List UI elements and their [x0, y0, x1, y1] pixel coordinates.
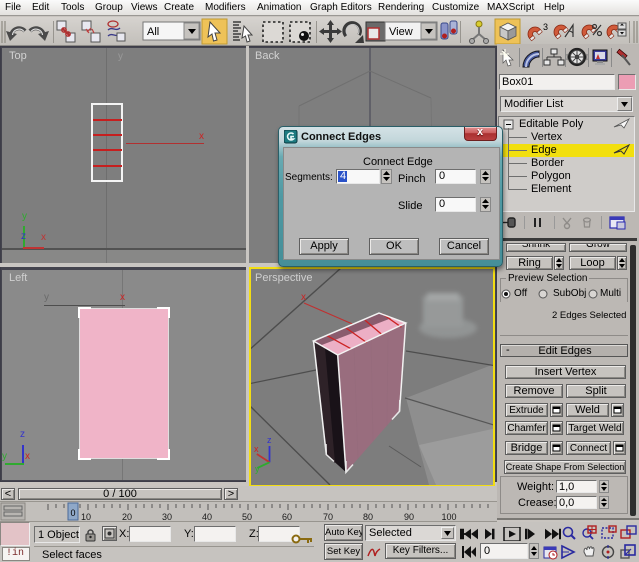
svg-text:40: 40: [202, 512, 212, 522]
svg-text:10: 10: [81, 512, 91, 522]
svg-text:y: y: [255, 464, 260, 474]
svg-text:3: 3: [543, 22, 548, 32]
svg-text:View: View: [389, 26, 413, 38]
svg-text:x: x: [301, 292, 306, 303]
svg-text:80: 80: [363, 512, 373, 522]
svg-text:x: x: [254, 444, 259, 454]
svg-text:0: 0: [70, 508, 75, 518]
svg-text:30: 30: [162, 512, 172, 522]
svg-text:60: 60: [282, 512, 292, 522]
svg-text:100: 100: [441, 512, 456, 522]
svg-text:70: 70: [323, 512, 333, 522]
svg-text:50: 50: [242, 512, 252, 522]
svg-text:All: All: [147, 26, 159, 38]
svg-text:20: 20: [122, 512, 132, 522]
svg-text:z: z: [267, 435, 272, 445]
svg-text:90: 90: [404, 512, 414, 522]
